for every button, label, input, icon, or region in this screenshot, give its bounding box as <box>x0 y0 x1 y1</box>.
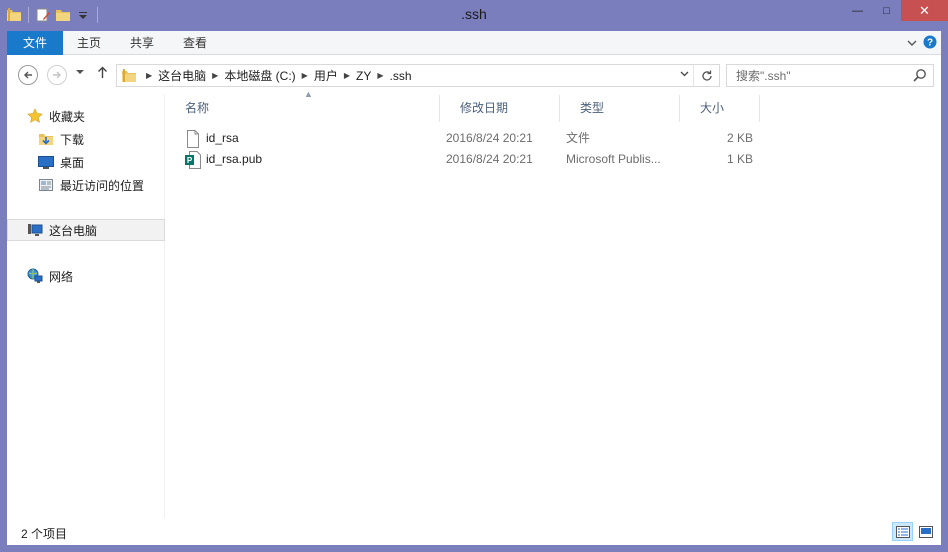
window-controls: — □ ✕ <box>843 0 948 21</box>
blank-file-icon <box>185 129 201 148</box>
file-list: ▲ 名称 修改日期 类型 大小 id_rsa 2016/8/24 20:21 文… <box>165 89 941 518</box>
column-header-name[interactable]: 名称 <box>165 95 440 122</box>
file-name-cell: P id_rsa.pub <box>185 149 435 170</box>
tab-share[interactable]: 共享 <box>122 31 162 55</box>
file-size: 2 KB <box>726 131 753 145</box>
file-type: Microsoft Publis... <box>566 152 661 166</box>
file-size: 1 KB <box>726 152 753 166</box>
title-bar: .ssh — □ ✕ <box>0 0 948 31</box>
sidebar-item-downloads[interactable]: 下载 <box>7 128 165 150</box>
chevron-down-icon <box>76 70 84 74</box>
expand-ribbon-icon[interactable] <box>907 37 917 51</box>
chevron-down-icon <box>680 71 689 77</box>
column-headers: ▲ 名称 修改日期 类型 大小 <box>165 89 941 122</box>
sidebar-item-this-pc[interactable]: 这台电脑 <box>7 219 165 241</box>
up-button[interactable] <box>97 66 108 82</box>
status-bar: 2 个项目 <box>7 518 941 545</box>
recent-places-icon <box>38 177 54 193</box>
content-area: 收藏夹 下载 桌面 最近访问的位置 这台电脑 网络 ▲ 名称 修改日期 类型 大… <box>7 89 941 518</box>
search-box <box>726 64 934 87</box>
navigation-pane: 收藏夹 下载 桌面 最近访问的位置 这台电脑 网络 <box>7 95 165 518</box>
file-row[interactable]: P id_rsa.pub 2016/8/24 20:21 Microsoft P… <box>165 149 941 170</box>
downloads-folder-icon <box>38 131 54 147</box>
sidebar-item-label: 下载 <box>60 132 85 147</box>
breadcrumb-chevron-icon[interactable]: ▶ <box>301 71 309 80</box>
publisher-file-icon: P <box>185 150 201 169</box>
details-view-icon <box>895 525 910 538</box>
sidebar-item-label: 收藏夹 <box>49 109 86 124</box>
desktop-icon <box>38 154 54 170</box>
sidebar-item-network[interactable]: 网络 <box>7 265 165 287</box>
column-header-date-modified[interactable]: 修改日期 <box>440 95 560 122</box>
details-view-button[interactable] <box>892 522 913 541</box>
location-folder-icon <box>121 68 137 84</box>
back-button[interactable] <box>18 65 38 85</box>
breadcrumb-local-disk[interactable]: 本地磁盘 (C:) <box>219 65 300 86</box>
breadcrumb-zy[interactable]: ZY <box>351 65 376 86</box>
search-icon[interactable] <box>912 68 927 83</box>
breadcrumb-this-pc[interactable]: 这台电脑 <box>153 65 211 86</box>
maximize-button[interactable]: □ <box>872 0 901 21</box>
file-row[interactable]: id_rsa 2016/8/24 20:21 文件 2 KB <box>165 128 941 149</box>
breadcrumb-chevron-icon[interactable]: ▶ <box>145 71 153 80</box>
navigation-bar: ▶ 这台电脑 ▶ 本地磁盘 (C:) ▶ 用户 ▶ ZY ▶ .ssh <box>7 55 941 95</box>
sidebar-item-favorites[interactable]: 收藏夹 <box>7 105 165 127</box>
tab-file[interactable]: 文件 <box>7 31 63 55</box>
file-name: id_rsa <box>206 131 239 145</box>
explorer-window: .ssh — □ ✕ 文件 主页 共享 查看 ? ▶ 这台电脑 ▶ 本地磁盘 (… <box>0 0 948 552</box>
forward-arrow-icon <box>53 71 61 79</box>
sidebar-item-desktop[interactable]: 桌面 <box>7 151 165 173</box>
tab-view[interactable]: 查看 <box>175 31 215 55</box>
address-history-button[interactable] <box>680 69 689 80</box>
recent-locations-button[interactable] <box>76 68 84 78</box>
sidebar-item-recent-places[interactable]: 最近访问的位置 <box>7 174 165 196</box>
breadcrumb-chevron-icon[interactable]: ▶ <box>343 71 351 80</box>
large-icons-view-icon <box>918 525 933 538</box>
this-pc-icon <box>27 222 43 238</box>
item-count: 2 个项目 <box>21 527 68 541</box>
file-type: 文件 <box>566 131 591 145</box>
network-icon <box>27 268 43 284</box>
up-arrow-icon <box>98 66 107 78</box>
ribbon-controls: ? <box>907 35 937 52</box>
tab-home[interactable]: 主页 <box>69 31 109 55</box>
file-date: 2016/8/24 20:21 <box>446 152 533 166</box>
address-bar[interactable]: ▶ 这台电脑 ▶ 本地磁盘 (C:) ▶ 用户 ▶ ZY ▶ .ssh <box>116 64 720 87</box>
file-name: id_rsa.pub <box>206 152 263 166</box>
minimize-button[interactable]: — <box>843 0 872 21</box>
file-name-cell: id_rsa <box>185 128 435 149</box>
breadcrumb-chevron-icon[interactable]: ▶ <box>376 71 384 80</box>
sidebar-item-label: 这台电脑 <box>49 223 98 238</box>
star-icon <box>27 108 43 124</box>
forward-button[interactable] <box>47 65 67 85</box>
close-button[interactable]: ✕ <box>901 0 948 21</box>
window-title: .ssh <box>461 6 487 22</box>
refresh-button[interactable] <box>693 65 719 86</box>
sidebar-item-label: 最近访问的位置 <box>60 178 145 193</box>
breadcrumb-ssh[interactable]: .ssh <box>384 65 416 86</box>
breadcrumb-chevron-icon[interactable]: ▶ <box>211 71 219 80</box>
svg-text:P: P <box>187 156 193 165</box>
help-icon[interactable]: ? <box>923 35 937 52</box>
column-header-type[interactable]: 类型 <box>560 95 680 122</box>
search-input[interactable] <box>727 65 907 86</box>
ribbon-tabs: 文件 主页 共享 查看 ? <box>7 31 941 55</box>
refresh-icon <box>701 70 712 81</box>
sidebar-item-label: 桌面 <box>60 155 85 170</box>
breadcrumb-users[interactable]: 用户 <box>309 65 343 86</box>
file-date: 2016/8/24 20:21 <box>446 131 533 145</box>
svg-text:?: ? <box>927 38 933 49</box>
back-arrow-icon <box>24 71 32 79</box>
column-header-size[interactable]: 大小 <box>680 95 760 122</box>
sidebar-item-label: 网络 <box>49 269 74 284</box>
large-icons-view-button[interactable] <box>915 522 936 541</box>
